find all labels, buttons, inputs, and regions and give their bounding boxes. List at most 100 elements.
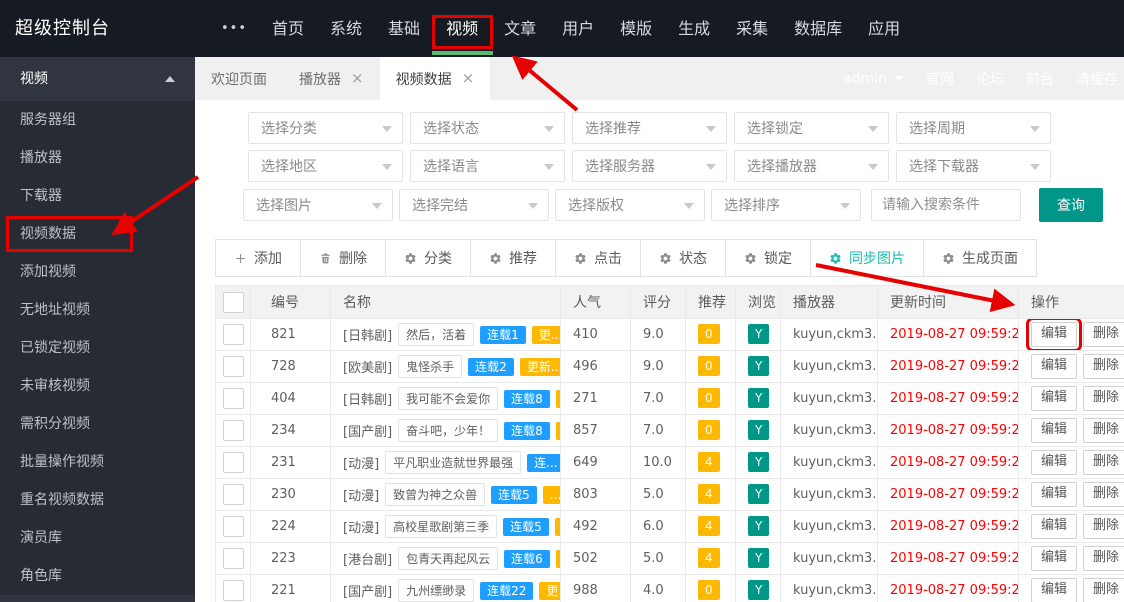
top-menu-article[interactable]: 文章 <box>491 0 549 57</box>
tab-video-data[interactable]: 视频数据 × <box>379 57 491 100</box>
user-link-official-site[interactable]: 官网 <box>926 69 954 89</box>
edit-button[interactable]: 编辑 <box>1031 514 1078 539</box>
delete-button[interactable]: 删除 <box>1083 514 1124 539</box>
filter-select-sort[interactable]: 选择排序 <box>711 189 861 221</box>
sidebar-item-points-video[interactable]: 需积分视频 <box>0 405 195 443</box>
user-link-forum[interactable]: 论坛 <box>976 69 1004 89</box>
sync-images-button[interactable]: 同步图片 <box>810 239 924 277</box>
delete-button[interactable]: 删除 <box>1083 354 1124 379</box>
top-menu-user[interactable]: 用户 <box>549 0 607 57</box>
score-value: 4.0 <box>630 574 686 602</box>
close-icon[interactable]: × <box>351 71 364 86</box>
search-input[interactable] <box>871 189 1021 221</box>
edit-button[interactable]: 编辑 <box>1031 578 1078 602</box>
sidebar-item-duplicate-video[interactable]: 重名视频数据 <box>0 481 195 519</box>
add-button[interactable]: 添加 <box>215 239 301 277</box>
delete-button[interactable]: 删除 <box>300 239 386 277</box>
filter-select-category[interactable]: 选择分类 <box>248 112 403 144</box>
lock-button[interactable]: 锁定 <box>725 239 811 277</box>
filter-select-recommend[interactable]: 选择推荐 <box>572 112 727 144</box>
close-icon[interactable]: × <box>462 71 475 86</box>
update-time: 2019-08-27 09:59:27 <box>890 583 1019 598</box>
edit-button[interactable]: 编辑 <box>1025 319 1083 350</box>
filter-select-player[interactable]: 选择播放器 <box>734 150 889 182</box>
serial-badge: 连... <box>527 453 560 472</box>
filter-select-copyright[interactable]: 选择版权 <box>555 189 705 221</box>
sidebar-item-actor-library[interactable]: 演员库 <box>0 519 195 557</box>
row-checkbox[interactable] <box>222 420 244 441</box>
more-menu-icon[interactable]: ••• <box>221 0 247 57</box>
user-menu[interactable]: admin <box>843 71 904 87</box>
user-link-front-site[interactable]: 前台 <box>1026 69 1054 89</box>
top-menu-database[interactable]: 数据库 <box>781 0 855 57</box>
top-menu-generate[interactable]: 生成 <box>665 0 723 57</box>
filter-select-region[interactable]: 选择地区 <box>248 150 403 182</box>
edit-button[interactable]: 编辑 <box>1031 482 1078 507</box>
update-time: 2019-08-27 09:59:27 <box>890 359 1019 374</box>
sidebar-item-batch-video[interactable]: 批量操作视频 <box>0 443 195 481</box>
generate-pages-button[interactable]: 生成页面 <box>923 239 1037 277</box>
sidebar-item-server-group[interactable]: 服务器组 <box>0 101 195 139</box>
filter-select-downloader[interactable]: 选择下载器 <box>896 150 1051 182</box>
category-button[interactable]: 分类 <box>385 239 471 277</box>
search-button[interactable]: 查询 <box>1039 188 1103 222</box>
filter-select-finished[interactable]: 选择完结 <box>399 189 549 221</box>
top-nav: 首页 系统 基础 视频 文章 用户 模版 生成 采集 数据库 应用 <box>259 0 913 57</box>
update-time-cell: 2019-08-27 09:59:27 <box>877 414 1019 447</box>
delete-button[interactable]: 删除 <box>1083 322 1124 347</box>
tab-welcome[interactable]: 欢迎页面 <box>195 57 283 100</box>
row-checkbox[interactable] <box>222 516 244 537</box>
top-menu-home[interactable]: 首页 <box>259 0 317 57</box>
top-menu-collect[interactable]: 采集 <box>723 0 781 57</box>
top-menu-app[interactable]: 应用 <box>855 0 913 57</box>
sidebar-item-locked-video[interactable]: 已锁定视频 <box>0 329 195 367</box>
delete-button[interactable]: 删除 <box>1083 578 1124 602</box>
sidebar-item-downloader[interactable]: 下载器 <box>0 177 195 215</box>
video-title: 我可能不会爱你 <box>398 387 499 410</box>
row-checkbox[interactable] <box>222 452 244 473</box>
row-checkbox[interactable] <box>222 388 244 409</box>
user-link-clear-cache[interactable]: 清缓存 <box>1076 69 1118 89</box>
tab-player[interactable]: 播放器 × <box>283 57 380 100</box>
status-button[interactable]: 状态 <box>640 239 726 277</box>
delete-button[interactable]: 删除 <box>1083 482 1124 507</box>
row-checkbox[interactable] <box>222 356 244 377</box>
row-checkbox[interactable] <box>222 548 244 569</box>
edit-button[interactable]: 编辑 <box>1031 418 1078 443</box>
sidebar-item-role-library[interactable]: 角色库 <box>0 557 195 595</box>
delete-button[interactable]: 删除 <box>1083 450 1124 475</box>
top-menu-template[interactable]: 模版 <box>607 0 665 57</box>
sidebar-item-unreviewed-video[interactable]: 未审核视频 <box>0 367 195 405</box>
update-time: 2019-08-27 09:59:27 <box>890 327 1019 342</box>
top-menu-basic[interactable]: 基础 <box>375 0 433 57</box>
row-checkbox[interactable] <box>222 484 244 505</box>
filter-select-status[interactable]: 选择状态 <box>410 112 565 144</box>
filter-select-cycle[interactable]: 选择周期 <box>896 112 1051 144</box>
filter-select-language[interactable]: 选择语言 <box>410 150 565 182</box>
filter-select-image[interactable]: 选择图片 <box>243 189 393 221</box>
filter-select-server[interactable]: 选择服务器 <box>572 150 727 182</box>
edit-button[interactable]: 编辑 <box>1031 354 1078 379</box>
delete-button[interactable]: 删除 <box>1083 418 1124 443</box>
delete-button[interactable]: 删除 <box>1083 386 1124 411</box>
click-button[interactable]: 点击 <box>555 239 641 277</box>
video-id: 224 <box>250 510 331 543</box>
select-all-checkbox[interactable] <box>222 291 244 313</box>
edit-button[interactable]: 编辑 <box>1031 386 1078 411</box>
delete-button[interactable]: 删除 <box>1083 546 1124 571</box>
recommend-button[interactable]: 推荐 <box>470 239 556 277</box>
sidebar-group-video[interactable]: 视频 <box>0 57 195 101</box>
top-menu-system[interactable]: 系统 <box>317 0 375 57</box>
recommend-cell: 4 <box>685 542 736 575</box>
row-checkbox[interactable] <box>222 580 244 601</box>
tab-label: 视频数据 <box>395 71 452 88</box>
row-checkbox[interactable] <box>222 324 244 345</box>
sidebar-item-add-video[interactable]: 添加视频 <box>0 253 195 291</box>
sidebar-item-no-address-video[interactable]: 无地址视频 <box>0 291 195 329</box>
edit-button[interactable]: 编辑 <box>1031 450 1078 475</box>
sidebar-item-player[interactable]: 播放器 <box>0 139 195 177</box>
filter-select-lock[interactable]: 选择锁定 <box>734 112 889 144</box>
edit-button[interactable]: 编辑 <box>1031 546 1078 571</box>
sidebar-item-video-data[interactable]: 视频数据 <box>0 215 195 253</box>
top-menu-video[interactable]: 视频 <box>432 0 494 57</box>
